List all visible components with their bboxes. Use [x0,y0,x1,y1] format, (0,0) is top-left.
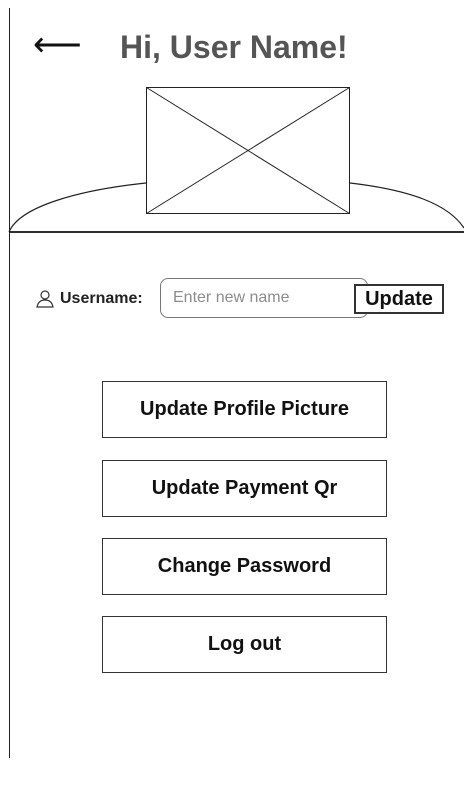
profile-screen: ⟵ Hi, User Name! Username: Update Update… [0,0,464,785]
username-label: Username: [60,290,143,307]
image-placeholder-icon[interactable] [146,87,350,214]
user-icon [36,290,54,308]
back-arrow-icon[interactable]: ⟵ [33,26,82,66]
username-input[interactable] [160,278,368,318]
log-out-button[interactable]: Log out [102,616,387,673]
update-payment-qr-button[interactable]: Update Payment Qr [102,460,387,517]
update-profile-picture-button[interactable]: Update Profile Picture [102,381,387,438]
username-row: Username: Update [36,278,446,318]
page-title: Hi, User Name! [120,29,348,65]
change-password-button[interactable]: Change Password [102,538,387,595]
update-username-button[interactable]: Update [354,284,444,314]
